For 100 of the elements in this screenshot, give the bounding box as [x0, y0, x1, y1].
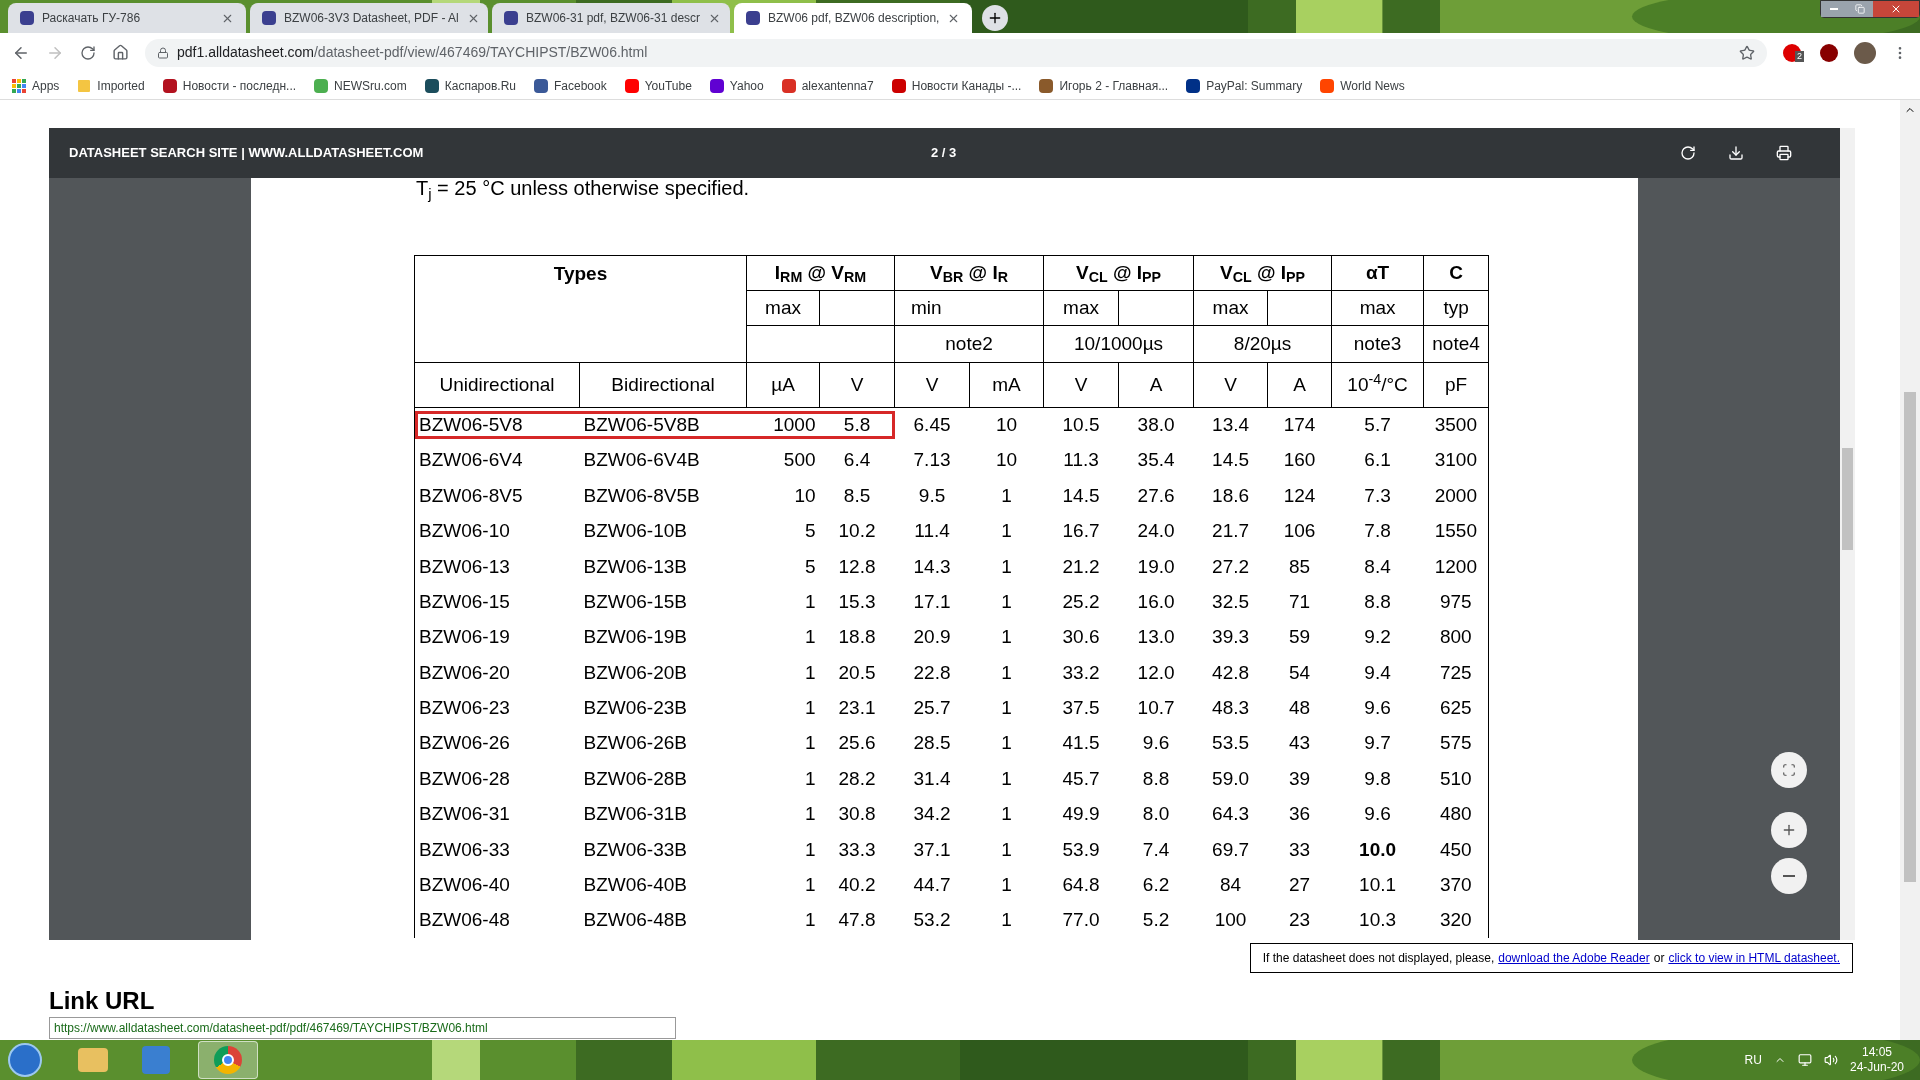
table-cell: 22.8 — [913, 661, 951, 683]
table-cell: 5.7 — [1364, 414, 1391, 436]
browser-tab[interactable]: BZW06-3V3 Datasheet, PDF - Al — [250, 3, 488, 33]
table-cell: BZW06-6V4B — [583, 449, 700, 471]
language-indicator[interactable]: RU — [1744, 1051, 1762, 1069]
url-field[interactable]: https://www.alldatasheet.com/datasheet-pdf/pdf/467469/TAYCHIPST/BZW06.html — [49, 1017, 676, 1039]
table-cell: 69.7 — [1212, 838, 1250, 860]
column-heading: C — [1449, 261, 1463, 283]
table-cell: BZW06-23 — [419, 697, 510, 719]
shield-icon[interactable] — [1820, 43, 1838, 62]
table-cell: 38.0 — [1137, 414, 1175, 436]
table-cell: 21.2 — [1062, 555, 1100, 577]
fullscreen-button[interactable] — [1771, 752, 1807, 788]
table-cell: 1 — [804, 803, 816, 825]
table-cell: 5 — [804, 520, 816, 542]
table-cell: 53.9 — [1062, 838, 1100, 860]
table-cell: 10 — [794, 484, 816, 506]
table-cell: BZW06-33B — [583, 838, 687, 860]
bookmark-item[interactable]: Facebook — [534, 76, 607, 95]
rotate-icon[interactable] — [1680, 145, 1696, 161]
table-cell: 3100 — [1434, 449, 1477, 471]
avatar-icon[interactable] — [1854, 41, 1876, 64]
bookmark-item[interactable]: Apps — [12, 76, 60, 95]
bookmark-item[interactable]: World News — [1320, 76, 1405, 95]
table-cell: 1 — [1001, 484, 1012, 506]
bookmark-item[interactable]: alexantenna7 — [781, 76, 874, 95]
table-cell: 1 — [1001, 661, 1012, 683]
bookmark-item[interactable]: YouTube — [624, 76, 692, 95]
unit-label: µA — [771, 373, 795, 395]
table-cell: BZW06-20B — [583, 661, 687, 683]
table-cell: 800 — [1439, 626, 1472, 648]
tab-title: BZW06-3V3 Datasheet, PDF - Al — [284, 10, 459, 27]
scrollbar-thumb[interactable] — [1904, 392, 1916, 882]
site-icon — [424, 78, 439, 93]
bookmark-item[interactable]: Yahoo — [709, 76, 764, 95]
table-cell: 84 — [1220, 874, 1242, 895]
address-bar[interactable]: pdf1.alldatasheet.com/datasheet-pdf/view/467469/TAYCHIPST/BZW06.html — [145, 38, 1767, 67]
zoom-out-button[interactable] — [1771, 858, 1807, 894]
limit-label: max — [1359, 296, 1396, 318]
zoom-in-button[interactable] — [1771, 812, 1807, 848]
extension-icon[interactable] — [1783, 43, 1801, 62]
bookmark-star-icon[interactable] — [1739, 44, 1755, 61]
reload-icon[interactable] — [80, 44, 96, 61]
minimize-button[interactable] — [1821, 1, 1847, 17]
bookmark-item[interactable]: NEWSru.com — [314, 76, 407, 95]
table-cell: 53.2 — [913, 909, 951, 931]
clock-date[interactable]: 24-Jun-20 — [1849, 1060, 1904, 1075]
restore-icon — [1855, 4, 1865, 14]
bookmark-item[interactable]: Imported — [77, 76, 145, 95]
network-icon[interactable] — [1797, 1053, 1812, 1067]
table-cell: 625 — [1439, 697, 1472, 719]
table-cell: BZW06-8V5B — [583, 484, 700, 506]
table-cell: 10.1 — [1359, 874, 1397, 895]
table-cell: 8.5 — [843, 484, 871, 506]
table-cell: 160 — [1283, 449, 1316, 471]
unit-label: mA — [992, 373, 1021, 395]
table-cell: 1000 — [773, 414, 816, 436]
table-cell: 64.3 — [1212, 803, 1250, 825]
download-icon[interactable] — [1728, 145, 1744, 161]
table-cell: 8.8 — [1142, 767, 1170, 789]
home-icon[interactable] — [112, 44, 129, 61]
bookmark-item[interactable]: PayPal: Summary — [1186, 76, 1303, 95]
html-datasheet-link[interactable]: click to view in HTML datasheet. — [1668, 949, 1840, 967]
table-cell: 43 — [1289, 732, 1311, 754]
column-heading: V$_{CL}$ @ I$_{PP}$ — [1076, 261, 1162, 283]
bookmark-item[interactable]: Игорь 2 - Главная... — [1039, 76, 1169, 95]
site-icon — [781, 78, 796, 93]
adobe-reader-link[interactable]: download the Adobe Reader — [1498, 949, 1650, 967]
clock-time[interactable]: 14:05 — [1861, 1045, 1892, 1060]
note-label: note2 — [945, 332, 993, 354]
table-cell: 1 — [804, 838, 816, 860]
site-icon — [1186, 78, 1201, 93]
table-cell: 30.8 — [838, 803, 876, 825]
browser-tab[interactable]: BZW06 pdf, BZW06 description, — [734, 3, 972, 33]
table-cell: BZW06-13 — [419, 555, 510, 577]
table-cell: 10 — [995, 449, 1018, 471]
volume-icon[interactable] — [1823, 1053, 1838, 1067]
bookmark-item[interactable]: Новости Канады -... — [891, 76, 1022, 95]
table-cell: 1 — [1001, 555, 1012, 577]
bookmark-item[interactable]: Каспаров.Ru — [424, 76, 516, 95]
browser-tab[interactable]: BZW06-31 pdf, BZW06-31 descr — [492, 3, 730, 33]
table-cell: 20.5 — [838, 661, 876, 683]
table-cell: 500 — [783, 449, 816, 471]
table-cell: 39 — [1289, 767, 1311, 789]
bookmark-item[interactable]: Новости - последн... — [162, 76, 297, 95]
table-cell: 1 — [804, 909, 816, 931]
table-cell: 575 — [1439, 732, 1472, 754]
table-cell: BZW06-26B — [583, 732, 687, 754]
page-icon — [20, 11, 34, 25]
page-icon — [746, 11, 760, 25]
scrollbar-thumb[interactable] — [1842, 448, 1853, 550]
table-cell: BZW06-10 — [419, 520, 510, 542]
page-icon — [262, 11, 276, 25]
site-icon — [1320, 78, 1335, 93]
notice-text: If the datasheet does not displayed, please, — [1262, 950, 1495, 967]
print-icon[interactable] — [1776, 145, 1792, 161]
table-cell: 1 — [804, 590, 816, 612]
taskbar-item[interactable] — [198, 1041, 258, 1079]
table-cell: 27 — [1289, 874, 1311, 895]
browser-tab[interactable]: Раскачать ГУ-786 — [8, 3, 246, 33]
